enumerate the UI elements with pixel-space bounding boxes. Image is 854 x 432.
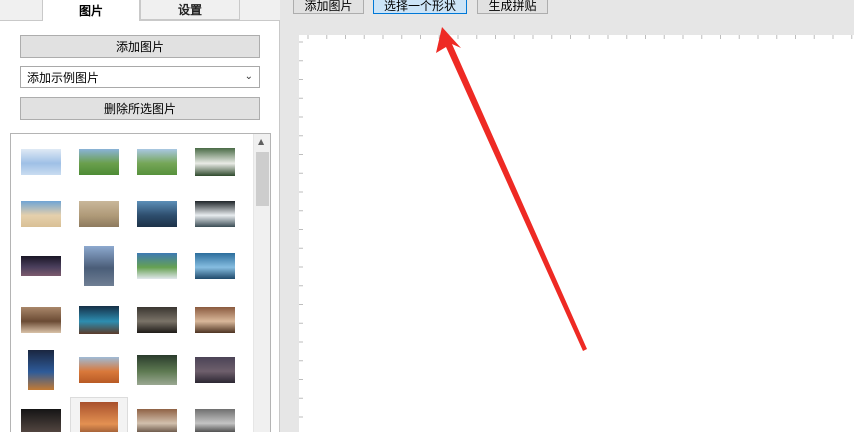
thumb-cafe-table [21, 307, 61, 333]
thumb-lake-mountain [195, 253, 235, 279]
thumb-forest-car [137, 355, 177, 385]
thumb-meadow-2 [137, 149, 177, 175]
gallery-thumbnail[interactable] [128, 189, 186, 239]
thumb-bw-forest [195, 409, 235, 432]
gallery-thumbnail[interactable] [70, 295, 128, 345]
thumb-dark-portrait [21, 409, 61, 432]
thumb-aerial-field [137, 253, 177, 279]
tab-settings[interactable]: 设置 [140, 0, 240, 20]
add-image-button[interactable]: 添加图片 [20, 35, 260, 58]
thumb-canyon-night [28, 350, 54, 390]
collage-canvas[interactable] [299, 35, 854, 432]
gallery-thumbnail[interactable] [12, 241, 70, 291]
gallery-thumbnail[interactable] [70, 345, 128, 395]
thumb-antelope-canyon [80, 402, 118, 432]
thumb-beach [21, 201, 61, 227]
gallery-thumbnail[interactable] [12, 189, 70, 239]
generate-collage-button[interactable]: 生成拼贴 [477, 0, 548, 14]
gallery-thumbnail[interactable] [128, 295, 186, 345]
thumb-spreadsheet [21, 149, 61, 175]
gallery-thumbnail[interactable] [186, 241, 244, 291]
scroll-up-icon[interactable]: ▲ [258, 137, 264, 146]
delete-selected-button[interactable]: 删除所选图片 [20, 97, 260, 120]
right-panel: 添加图片 选择一个形状 生成拼贴 [280, 0, 854, 432]
thumb-city-tower [84, 246, 114, 286]
sample-images-select-value: 添加示例图片 [27, 70, 100, 85]
scrollbar-thumb[interactable] [256, 152, 269, 206]
gallery-thumbnail[interactable] [128, 397, 186, 432]
thumb-dark-screen [195, 148, 235, 176]
choose-shape-button[interactable]: 选择一个形状 [373, 0, 467, 14]
gallery-scrollbar[interactable]: ▲ [253, 134, 270, 432]
gallery-thumbnail[interactable] [128, 137, 186, 187]
gallery-thumbnail[interactable] [186, 397, 244, 432]
canvas-ruler-ticks [299, 35, 853, 418]
thumb-dusk-harbor [195, 357, 235, 383]
gallery-thumbnail[interactable] [12, 345, 70, 395]
image-gallery[interactable]: ▲ [10, 133, 271, 432]
gallery-thumbnail[interactable] [186, 345, 244, 395]
gallery-thumbnail[interactable] [128, 345, 186, 395]
gallery-thumbnail[interactable] [186, 137, 244, 187]
thumb-bus-interior [137, 307, 177, 333]
gallery-thumbnail[interactable] [70, 189, 128, 239]
gallery-thumbnail[interactable] [12, 137, 70, 187]
thumb-night-sky [21, 256, 61, 276]
sample-images-select[interactable]: 添加示例图片 ⌄ [20, 66, 260, 88]
thumb-hazy-pier [79, 201, 119, 227]
gallery-thumbnail[interactable] [70, 397, 128, 432]
toolbar-add-image-button[interactable]: 添加图片 [293, 0, 364, 14]
gallery-thumbnail[interactable] [186, 295, 244, 345]
thumb-desk-flatlay [195, 307, 235, 333]
thumb-waterfall [195, 201, 235, 227]
chevron-down-icon: ⌄ [244, 71, 253, 82]
left-panel: 图片 设置 添加图片 添加示例图片 ⌄ 删除所选图片 ▲ [0, 0, 280, 432]
tab-images[interactable]: 图片 [42, 0, 140, 21]
gallery-thumbnail[interactable] [12, 295, 70, 345]
gallery-thumbnail[interactable] [70, 241, 128, 291]
gallery-thumbnail[interactable] [12, 397, 70, 432]
gallery-thumbnail[interactable] [128, 241, 186, 291]
thumb-desert-dunes [79, 357, 119, 383]
thumb-meadow-1 [79, 149, 119, 175]
thumb-workbench [137, 409, 177, 432]
thumb-coast-dusk [137, 201, 177, 227]
thumb-sea-cave [79, 306, 119, 334]
gallery-thumbnail[interactable] [70, 137, 128, 187]
gallery-thumbnail[interactable] [186, 189, 244, 239]
